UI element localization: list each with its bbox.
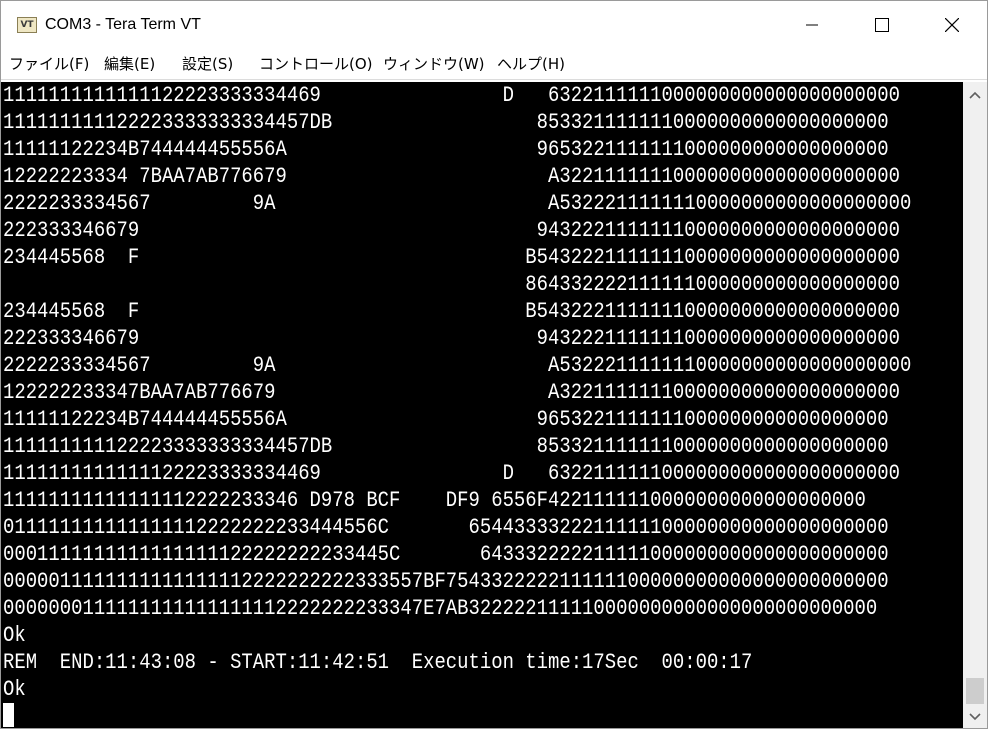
menu-edit[interactable]: 編集(E) [104, 54, 155, 74]
terminal-line: 111111111122223333333334457DB 8533211111… [3, 110, 889, 135]
terminal-line: 234445568 F B543222111111100000000000000… [3, 299, 900, 324]
terminal-line: 11111122234B744444455556A 96532211111110… [3, 137, 889, 162]
terminal-line: 12222223334 7BAA7AB776679 A3221111111000… [3, 164, 900, 189]
terminal-line: 1111111111111122223333334469 D 632211111… [3, 83, 900, 108]
terminal-line: 2222233334567 9A A5322211111110000000000… [3, 353, 912, 378]
terminal-line: 1111111111111122223333334469 D 632211111… [3, 461, 900, 486]
text-cursor [3, 703, 14, 727]
minimize-button[interactable] [789, 1, 835, 49]
tera-term-app-icon: VT [17, 17, 37, 33]
terminal-line: REM END:11:43:08 - START:11:42:51 Execut… [3, 650, 753, 675]
close-icon [945, 18, 959, 32]
terminal-line: Ok [3, 677, 26, 702]
terminal-line: 11111111111111112222233346 D978 BCF DF9 … [3, 488, 866, 513]
menu-help[interactable]: ヘルプ(H) [497, 54, 565, 74]
terminal-line: 2222233334567 9A A5322211111110000000000… [3, 191, 912, 216]
scroll-down-button[interactable] [963, 706, 987, 728]
menu-window[interactable]: ウィンドウ(W) [383, 54, 485, 74]
menu-setup[interactable]: 設定(S) [182, 54, 233, 74]
chevron-down-icon [969, 713, 981, 721]
title-bar[interactable]: VT COM3 - Tera Term VT [1, 1, 987, 49]
terminal-line: 222333346679 943222111111100000000000000… [3, 218, 900, 243]
menu-file[interactable]: ファイル(F) [9, 54, 89, 74]
terminal-line: 234445568 F B543222111111100000000000000… [3, 245, 900, 270]
vertical-scrollbar[interactable] [963, 82, 987, 728]
terminal-line: 111111111122223333333334457DB 8533211111… [3, 434, 889, 459]
scroll-up-button[interactable] [963, 84, 987, 106]
terminal-line: 011111111111111112222222233444556C 65443… [3, 515, 889, 540]
minimize-icon [806, 24, 818, 26]
window-title: COM3 - Tera Term VT [45, 16, 201, 33]
terminal-line: 222333346679 943222111111100000000000000… [3, 326, 900, 351]
close-button[interactable] [929, 1, 975, 49]
chevron-up-icon [969, 91, 981, 99]
terminal-line: 0000000111111111111111112222222233347E7A… [3, 596, 878, 621]
menu-bar: ファイル(F) 編集(E) 設定(S) コントロール(O) ウィンドウ(W) ヘ… [1, 49, 987, 79]
scrollbar-thumb[interactable] [966, 678, 984, 704]
tera-term-window: VT COM3 - Tera Term VT ファイル(F) 編集(E) 設定(… [0, 0, 988, 729]
terminal-line: 0000011111111111111112222222222333557BF7… [3, 569, 889, 594]
terminal-screen[interactable]: 1111111111111122223333334469 D 632211111… [1, 82, 963, 728]
maximize-button[interactable] [859, 1, 905, 49]
terminal-line: 0001111111111111111122222222233445C 6433… [3, 542, 889, 567]
maximize-icon [875, 18, 889, 32]
terminal-line: 122222233347BAA7AB776679 A32211111110000… [3, 380, 900, 405]
menu-divider [1, 79, 987, 80]
terminal-line: 11111122234B744444455556A 96532211111110… [3, 407, 889, 432]
terminal-line: 864332222111111000000000000000000 [3, 272, 900, 297]
terminal-line: Ok [3, 623, 26, 648]
menu-control[interactable]: コントロール(O) [259, 54, 373, 74]
